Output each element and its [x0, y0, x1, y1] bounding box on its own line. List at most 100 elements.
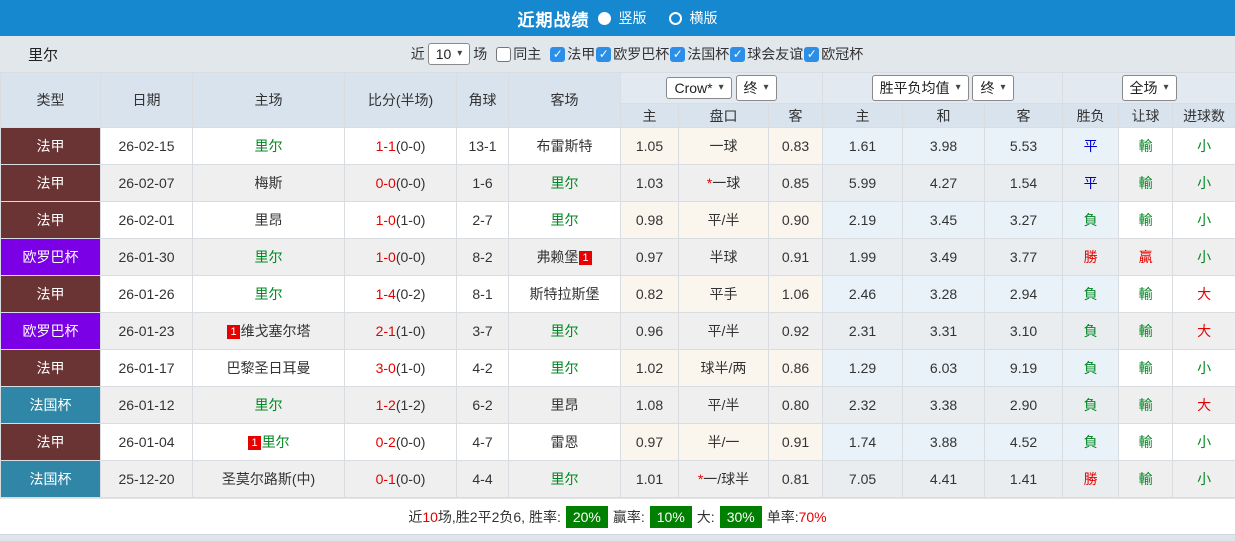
layout-radio-horizontal-icon[interactable] — [669, 12, 682, 25]
team-name: 巴黎圣日耳曼 — [227, 360, 311, 376]
score-cell: 1-0(0-0) — [345, 239, 457, 276]
corner-cell: 4-2 — [457, 350, 509, 387]
score-fulltime: 1-1 — [376, 138, 396, 154]
score-cell: 1-4(0-2) — [345, 276, 457, 313]
score-halftime: (0-2) — [396, 286, 426, 302]
chevron-down-icon: ▾ — [764, 83, 769, 93]
avg-draw-cell: 3.38 — [903, 387, 985, 424]
avg-draw-cell: 3.28 — [903, 276, 985, 313]
score-fulltime: 1-0 — [376, 249, 396, 265]
handicap-result-cell: 贏 — [1119, 239, 1173, 276]
handicap-cell: 一球 — [679, 128, 769, 165]
subcol-handicap: 盘口 — [679, 104, 769, 128]
summary-text: 单率: — [767, 507, 799, 527]
result-cell: 勝 — [1063, 239, 1119, 276]
away-team-cell: 斯特拉斯堡 — [509, 276, 621, 313]
team-name: 梅斯 — [255, 175, 283, 191]
team-name: 里尔 — [255, 286, 283, 302]
home-team-cell: 1里尔 — [193, 424, 345, 461]
handicap-result-cell: 輸 — [1119, 313, 1173, 350]
layout-radio-vertical-label[interactable]: 竖版 — [619, 8, 647, 28]
team-name: 里尔 — [551, 360, 579, 376]
goals-result-cell: 小 — [1173, 128, 1235, 165]
matches-label: 场 — [473, 44, 487, 64]
team-name: 维戈塞尔塔 — [241, 323, 311, 339]
handicap-cell: 半球 — [679, 239, 769, 276]
avg-home-cell: 7.05 — [823, 461, 903, 498]
avg-home-cell: 5.99 — [823, 165, 903, 202]
recent-count-select[interactable]: 10▾ — [428, 43, 471, 65]
avg-home-cell: 2.32 — [823, 387, 903, 424]
avg-draw-cell: 3.98 — [903, 128, 985, 165]
subcol-goals: 进球数 — [1173, 104, 1235, 128]
home-team-cell: 里尔 — [193, 387, 345, 424]
recent-results-table: 类型 日期 主场 比分(半场) 角球 客场 Crow*▾ 终▾ 胜平负均值▾ 终… — [0, 72, 1235, 498]
league-checkbox[interactable]: ✓欧冠杯 — [804, 44, 863, 64]
goals-result-cell: 小 — [1173, 461, 1235, 498]
match-date-cell: 26-02-15 — [101, 128, 193, 165]
handicap-cell: *一球 — [679, 165, 769, 202]
corner-cell: 2-7 — [457, 202, 509, 239]
odds-away-cell: 0.91 — [769, 239, 823, 276]
score-cell: 0-1(0-0) — [345, 461, 457, 498]
match-date-cell: 26-01-30 — [101, 239, 193, 276]
avg-away-cell: 2.90 — [985, 387, 1063, 424]
checkbox-icon: ✓ — [596, 47, 611, 62]
odds-time-select[interactable]: 终▾ — [736, 75, 777, 101]
avg-home-cell: 1.74 — [823, 424, 903, 461]
score-fulltime: 0-2 — [376, 434, 396, 450]
team-name: 里尔 — [255, 249, 283, 265]
result-cell: 負 — [1063, 276, 1119, 313]
league-checkbox[interactable]: ✓欧罗巴杯 — [596, 44, 669, 64]
avg-odds-select[interactable]: 胜平负均值▾ — [872, 75, 969, 101]
checkbox-icon: ✓ — [730, 47, 745, 62]
score-fulltime: 0-0 — [376, 175, 396, 191]
odds-home-cell: 1.02 — [621, 350, 679, 387]
league-checkbox[interactable]: ✓法甲 — [550, 44, 595, 64]
col-header-corner: 角球 — [457, 73, 509, 128]
handicap-result-cell: 輸 — [1119, 276, 1173, 313]
avg-draw-cell: 3.88 — [903, 424, 985, 461]
match-type-cell: 法国杯 — [1, 461, 101, 498]
league-checkbox[interactable]: ✓球会友谊 — [730, 44, 803, 64]
corner-cell: 6-2 — [457, 387, 509, 424]
score-halftime: (1-0) — [396, 323, 426, 339]
table-row: 欧罗巴杯26-01-231维戈塞尔塔2-1(1-0)3-7里尔0.96平/半0.… — [1, 313, 1235, 350]
layout-radio-horizontal-label[interactable]: 横版 — [690, 8, 718, 28]
scope-select[interactable]: 全场▾ — [1122, 75, 1177, 101]
checkbox-icon: ✓ — [670, 47, 685, 62]
match-type-cell: 欧罗巴杯 — [1, 239, 101, 276]
team-name: 里昂 — [551, 397, 579, 413]
chevron-down-icon: ▾ — [956, 83, 961, 93]
result-cell: 平 — [1063, 128, 1119, 165]
away-team-cell: 雷恩 — [509, 424, 621, 461]
avg-time-select[interactable]: 终▾ — [972, 75, 1013, 101]
same-home-checkbox[interactable]: 同主 — [496, 44, 541, 64]
odds-away-cell: 0.81 — [769, 461, 823, 498]
handicap-cell: *一/球半 — [679, 461, 769, 498]
away-team-cell: 里尔 — [509, 313, 621, 350]
odds-source-select[interactable]: Crow*▾ — [666, 77, 731, 99]
summary-text: 场,胜2平2负6, 胜率: — [438, 507, 561, 527]
match-date-cell: 26-01-12 — [101, 387, 193, 424]
score-halftime: (0-0) — [396, 138, 426, 154]
avg-home-cell: 2.19 — [823, 202, 903, 239]
score-fulltime: 0-1 — [376, 471, 396, 487]
goals-result-cell: 小 — [1173, 202, 1235, 239]
filter-bar: 里尔 近 10▾ 场 同主 ✓法甲✓欧罗巴杯✓法国杯✓球会友谊✓欧冠杯 — [0, 36, 1235, 72]
odds-away-cell: 1.06 — [769, 276, 823, 313]
table-row: 法甲26-02-01里昂1-0(1-0)2-7里尔0.98平/半0.902.19… — [1, 202, 1235, 239]
league-checkbox[interactable]: ✓法国杯 — [670, 44, 729, 64]
rate-badge: 30% — [720, 506, 762, 528]
table-row: 法甲26-02-15里尔1-1(0-0)13-1布雷斯特1.05一球0.831.… — [1, 128, 1235, 165]
score-cell: 0-0(0-0) — [345, 165, 457, 202]
corner-cell: 8-1 — [457, 276, 509, 313]
avg-draw-cell: 6.03 — [903, 350, 985, 387]
summary-text: 70% — [799, 509, 827, 525]
match-date-cell: 26-01-23 — [101, 313, 193, 350]
layout-radio-vertical-icon[interactable] — [598, 12, 611, 25]
league-label: 球会友谊 — [747, 44, 803, 64]
result-cell: 負 — [1063, 387, 1119, 424]
col-header-away: 客场 — [509, 73, 621, 128]
star-icon: * — [707, 175, 712, 191]
